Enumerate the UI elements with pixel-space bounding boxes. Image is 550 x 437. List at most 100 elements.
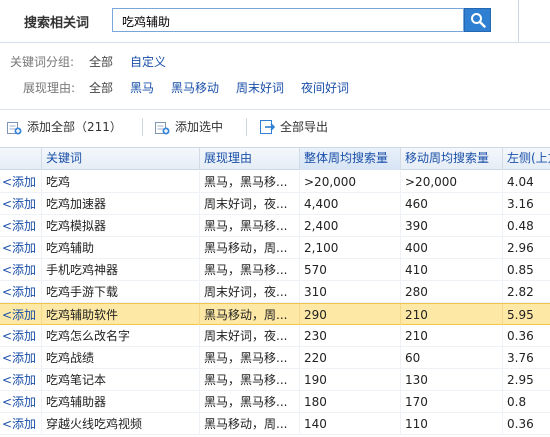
header-reason[interactable]: 展现理由 (200, 148, 300, 170)
export-all-label: 全部导出 (280, 120, 329, 134)
mobile-search-cell: 460 (401, 193, 503, 215)
table-row[interactable]: <添加 吃鸡辅助 黑马移动，周... 2,100 400 2.96 (0, 237, 550, 259)
add-link[interactable]: <添加 (0, 259, 42, 281)
reason-cell: 周末好词，夜... (200, 193, 300, 215)
reason-option-night[interactable]: 夜间好词 (301, 77, 349, 99)
left-position-cell: 0.8 (503, 391, 550, 413)
header-action (0, 148, 42, 170)
reason-cell: 周末好词，夜... (200, 281, 300, 303)
header-mobile-search[interactable]: 移动周均搜索量 (401, 148, 503, 170)
divider (518, 0, 519, 42)
reason-option-heima-mobile[interactable]: 黑马移动 (171, 77, 219, 99)
mobile-search-cell: 400 (401, 237, 503, 259)
export-all-button[interactable]: 全部导出 (260, 110, 336, 144)
header-left-position[interactable]: 左侧(上方 (503, 148, 550, 170)
add-link[interactable]: <添加 (0, 193, 42, 215)
toolbar-separator (142, 118, 143, 136)
add-selected-button[interactable]: 添加选中 (155, 110, 231, 144)
total-search-cell: 290 (300, 304, 401, 326)
reason-cell: 周末好词，夜... (200, 325, 300, 347)
table-row[interactable]: <添加 吃鸡模拟器 黑马，黑马移... 2,400 390 0.48 (0, 215, 550, 237)
add-link[interactable]: <添加 (0, 171, 42, 193)
keyword-group-custom[interactable]: 自定义 (130, 51, 166, 73)
mobile-search-cell: 210 (401, 325, 503, 347)
mobile-search-cell: 390 (401, 215, 503, 237)
divider (0, 42, 550, 43)
reason-cell: 黑马，黑马移... (200, 215, 300, 237)
table-row[interactable]: <添加 穿越火线吃鸡视频 黑马移动，周... 140 110 0.36 (0, 413, 550, 435)
keyword-cell: 吃鸡怎么改名字 (42, 325, 200, 347)
search-title: 搜索相关词 (24, 16, 90, 31)
search-input[interactable] (120, 10, 454, 32)
reason-option-heima[interactable]: 黑马 (130, 77, 154, 99)
add-link[interactable]: <添加 (0, 304, 42, 326)
table-row[interactable]: <添加 吃鸡辅助器 黑马，黑马移... 180 170 0.8 (0, 391, 550, 413)
keyword-cell: 吃鸡战绩 (42, 347, 200, 369)
add-link[interactable]: <添加 (0, 237, 42, 259)
add-link[interactable]: <添加 (0, 215, 42, 237)
left-position-cell: 4.04 (503, 171, 550, 193)
total-search-cell: 570 (300, 259, 401, 281)
add-link[interactable]: <添加 (0, 413, 42, 435)
left-position-cell: 3.16 (503, 193, 550, 215)
table-row[interactable]: <添加 吃鸡战绩 黑马，黑马移... 220 60 3.76 (0, 347, 550, 369)
export-icon (260, 120, 275, 134)
search-box[interactable] (112, 8, 464, 32)
search-button[interactable] (464, 8, 491, 32)
add-link[interactable]: <添加 (0, 369, 42, 391)
total-search-cell: 4,400 (300, 193, 401, 215)
mobile-search-cell: 60 (401, 347, 503, 369)
table-row[interactable]: <添加 吃鸡手游下载 周末好词，夜... 310 280 2.82 (0, 281, 550, 303)
mobile-search-cell: 410 (401, 259, 503, 281)
reason-cell: 黑马移动，周... (200, 413, 300, 435)
add-link[interactable]: <添加 (0, 347, 42, 369)
reason-cell: 黑马，黑马移... (200, 347, 300, 369)
toolbar: 添加全部（211） 添加选中 全部导出 (0, 110, 550, 144)
total-search-cell: 2,100 (300, 237, 401, 259)
mobile-search-cell: >20,000 (401, 171, 503, 193)
reason-cell: 黑马，黑马移... (200, 171, 300, 193)
left-position-cell: 2.96 (503, 237, 550, 259)
table-row[interactable]: <添加 吃鸡 黑马，黑马移... >20,000 >20,000 4.04 (0, 171, 550, 193)
total-search-cell: 140 (300, 413, 401, 435)
reason-cell: 黑马，黑马移... (200, 369, 300, 391)
add-link[interactable]: <添加 (0, 281, 42, 303)
mobile-search-cell: 280 (401, 281, 503, 303)
reason-cell: 黑马，黑马移... (200, 259, 300, 281)
table-row[interactable]: <添加 吃鸡加速器 周末好词，夜... 4,400 460 3.16 (0, 193, 550, 215)
total-search-cell: 310 (300, 281, 401, 303)
search-bar: 搜索相关词 (0, 0, 550, 42)
left-position-cell: 0.36 (503, 325, 550, 347)
reason-cell: 黑马，黑马移... (200, 391, 300, 413)
table-row[interactable]: <添加 手机吃鸡神器 黑马，黑马移... 570 410 0.85 (0, 259, 550, 281)
keyword-cell: 吃鸡 (42, 171, 200, 193)
keyword-cell: 吃鸡加速器 (42, 193, 200, 215)
reason-all[interactable]: 全部 (89, 77, 113, 99)
table-header: 关键词 展现理由 整体周均搜索量 移动周均搜索量 左侧(上方 (0, 147, 550, 170)
keyword-cell: 吃鸡笔记本 (42, 369, 200, 391)
header-keyword[interactable]: 关键词 (42, 148, 200, 170)
keyword-group-all[interactable]: 全部 (89, 51, 113, 73)
keyword-cell: 吃鸡手游下载 (42, 281, 200, 303)
reason-cell: 黑马移动，周... (200, 304, 300, 326)
reason-label: 展现理由: (23, 81, 76, 95)
table-row[interactable]: <添加 吃鸡笔记本 黑马，黑马移... 190 130 2.95 (0, 369, 550, 391)
mobile-search-cell: 170 (401, 391, 503, 413)
left-position-cell: 5.95 (503, 304, 550, 326)
add-link[interactable]: <添加 (0, 391, 42, 413)
reason-option-weekend[interactable]: 周末好词 (236, 77, 284, 99)
search-icon (471, 13, 486, 28)
total-search-cell: 2,400 (300, 215, 401, 237)
table-row[interactable]: <添加 吃鸡怎么改名字 周末好词，夜... 230 210 0.36 (0, 325, 550, 347)
add-all-icon (7, 122, 22, 135)
left-position-cell: 0.85 (503, 259, 550, 281)
toolbar-separator (246, 118, 247, 136)
table-row[interactable]: <添加 吃鸡辅助软件 黑马移动，周... 290 210 5.95 (0, 303, 550, 326)
add-all-label: 添加全部（211） (27, 120, 122, 134)
add-all-button[interactable]: 添加全部（211） (7, 110, 125, 144)
left-position-cell: 2.95 (503, 369, 550, 391)
reason-cell: 黑马移动，周... (200, 237, 300, 259)
mobile-search-cell: 110 (401, 413, 503, 435)
add-link[interactable]: <添加 (0, 325, 42, 347)
header-total-search[interactable]: 整体周均搜索量 (300, 148, 401, 170)
